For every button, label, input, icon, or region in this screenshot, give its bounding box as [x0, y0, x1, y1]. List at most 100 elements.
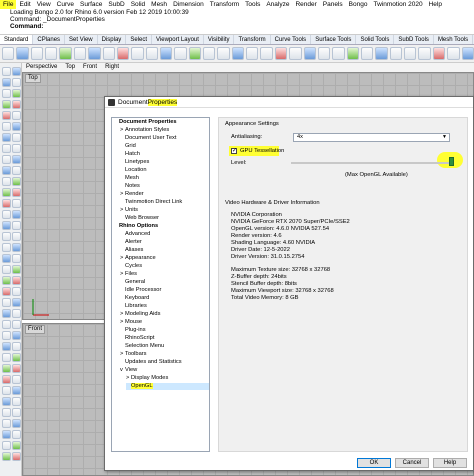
- left-tool-icon[interactable]: [2, 67, 11, 76]
- left-tool-icon[interactable]: [2, 232, 11, 241]
- toolbar-tool-icon[interactable]: [289, 47, 302, 60]
- front-viewport-label[interactable]: Front: [25, 325, 46, 334]
- left-tool-icon[interactable]: [2, 221, 11, 230]
- tree-item-grid[interactable]: Grid: [120, 143, 136, 150]
- toolbar-tool-icon[interactable]: [432, 47, 446, 60]
- left-tool-icon[interactable]: [2, 364, 11, 373]
- left-tool-icon[interactable]: [2, 419, 11, 428]
- left-tool-icon[interactable]: [2, 210, 11, 219]
- toolbar-tool-icon[interactable]: [332, 47, 345, 60]
- toolbar-tool-icon[interactable]: [346, 47, 359, 60]
- left-tool-icon[interactable]: [12, 408, 21, 417]
- toolbar-tool-icon[interactable]: [145, 47, 158, 60]
- tree-item-render[interactable]: > Render: [120, 191, 144, 198]
- left-tool-icon[interactable]: [2, 133, 11, 142]
- left-tool-icon[interactable]: [2, 177, 11, 186]
- tree-item-selection-menu[interactable]: Selection Menu: [120, 343, 164, 350]
- menu-item-solid[interactable]: Solid: [128, 0, 148, 9]
- left-tool-icon[interactable]: [12, 276, 21, 285]
- tree-item-keyboard[interactable]: Keyboard: [120, 295, 149, 302]
- tree-item-rhino-options[interactable]: Rhino Options: [114, 223, 158, 230]
- toolbar-tool-icon[interactable]: [303, 47, 316, 60]
- tree-item-cycles[interactable]: Cycles: [120, 263, 142, 270]
- viewport-tab-right[interactable]: Right: [101, 63, 123, 72]
- command-prompt[interactable]: Command:: [10, 23, 474, 30]
- tab-curve-tools[interactable]: Curve Tools: [271, 35, 312, 44]
- antialiasing-select[interactable]: 4x ▼: [293, 133, 450, 142]
- viewport-tab-front[interactable]: Front: [79, 63, 101, 72]
- tree-item-document-user-text[interactable]: Document User Text: [120, 135, 176, 142]
- left-tool-icon[interactable]: [12, 452, 21, 461]
- toolbar-tool-icon[interactable]: [217, 47, 230, 60]
- tree-item-rhinoscript[interactable]: RhinoScript: [120, 335, 154, 342]
- tree-item-display-modes[interactable]: > Display Modes: [126, 375, 168, 382]
- tree-item-libraries[interactable]: Libraries: [120, 303, 147, 310]
- tree-item-modeling-aids[interactable]: > Modeling Aids: [120, 311, 160, 318]
- left-tool-icon[interactable]: [12, 342, 21, 351]
- tree-item-advanced[interactable]: Advanced: [120, 231, 150, 238]
- left-tool-icon[interactable]: [2, 441, 11, 450]
- menu-item-render[interactable]: Render: [292, 0, 319, 9]
- menu-item-surface[interactable]: Surface: [77, 0, 105, 9]
- toolbar-tool-icon[interactable]: [246, 47, 259, 60]
- toolbar-tool-icon[interactable]: [404, 47, 417, 60]
- menu-item-analyze[interactable]: Analyze: [263, 0, 292, 9]
- top-viewport-label[interactable]: Top: [25, 74, 41, 83]
- left-tool-icon[interactable]: [2, 287, 11, 296]
- menu-item-twinmotion-2020[interactable]: Twinmotion 2020: [370, 0, 425, 9]
- left-tool-icon[interactable]: [12, 100, 21, 109]
- left-tool-icon[interactable]: [12, 67, 21, 76]
- left-tool-icon[interactable]: [2, 320, 11, 329]
- menu-item-subd[interactable]: SubD: [105, 0, 127, 9]
- left-tool-icon[interactable]: [2, 386, 11, 395]
- menu-item-transform[interactable]: Transform: [207, 0, 242, 9]
- tree-item-web-browser[interactable]: Web Browser: [120, 215, 159, 222]
- left-tool-icon[interactable]: [2, 155, 11, 164]
- tree-item-notes[interactable]: Notes: [120, 183, 140, 190]
- left-tool-icon[interactable]: [12, 122, 21, 131]
- left-tool-icon[interactable]: [12, 298, 21, 307]
- toolbar-tool-icon[interactable]: [88, 47, 101, 60]
- menu-item-dimension[interactable]: Dimension: [170, 0, 207, 9]
- menu-item-mesh[interactable]: Mesh: [148, 0, 170, 9]
- toolbar-tool-icon[interactable]: [260, 47, 273, 60]
- tree-item-twinmotion-direct-link[interactable]: Twinmotion Direct Link: [120, 199, 182, 206]
- level-slider-thumb[interactable]: [449, 157, 454, 166]
- left-tool-icon[interactable]: [12, 155, 21, 164]
- left-tool-icon[interactable]: [12, 265, 21, 274]
- left-tool-icon[interactable]: [12, 188, 21, 197]
- tree-item-linetypes[interactable]: Linetypes: [120, 159, 149, 166]
- toolbar-tool-icon[interactable]: [174, 47, 187, 60]
- tree-item-alerter[interactable]: Alerter: [120, 239, 142, 246]
- left-tool-icon[interactable]: [2, 430, 11, 439]
- tab-display[interactable]: Display: [98, 35, 127, 44]
- toolbar-tool-icon[interactable]: [30, 47, 44, 60]
- tree-item-idle-processor[interactable]: Idle Processor: [120, 287, 161, 294]
- tree-item-toolbars[interactable]: > Toolbars: [120, 351, 147, 358]
- left-tool-icon[interactable]: [12, 177, 21, 186]
- left-tool-icon[interactable]: [12, 243, 21, 252]
- tree-item-general[interactable]: General: [120, 279, 145, 286]
- left-tool-icon[interactable]: [12, 133, 21, 142]
- tab-visibility[interactable]: Visibility: [204, 35, 235, 44]
- tab-standard[interactable]: Standard: [0, 35, 34, 44]
- left-tool-icon[interactable]: [2, 298, 11, 307]
- left-tool-icon[interactable]: [12, 166, 21, 175]
- tree-item-annotation-styles[interactable]: > Annotation Styles: [120, 127, 169, 134]
- tree-item-location[interactable]: Location: [120, 167, 147, 174]
- menu-item-bongo[interactable]: Bongo: [346, 0, 371, 9]
- tab-transform[interactable]: Transform: [234, 35, 271, 44]
- tab-solid-tools[interactable]: Solid Tools: [356, 35, 395, 44]
- left-tool-icon[interactable]: [2, 111, 11, 120]
- ok-button[interactable]: OK: [357, 458, 391, 468]
- left-tool-icon[interactable]: [2, 353, 11, 362]
- tab-mesh-tools[interactable]: Mesh Tools: [434, 35, 474, 44]
- left-tool-icon[interactable]: [2, 78, 11, 87]
- tab-surface-tools[interactable]: Surface Tools: [311, 35, 357, 44]
- left-tool-icon[interactable]: [12, 287, 21, 296]
- left-tool-icon[interactable]: [2, 375, 11, 384]
- toolbar-tool-icon[interactable]: [131, 47, 144, 60]
- toolbar-tool-icon[interactable]: [59, 47, 72, 60]
- toolbar-tool-icon[interactable]: [447, 47, 460, 60]
- tree-item-hatch[interactable]: Hatch: [120, 151, 140, 158]
